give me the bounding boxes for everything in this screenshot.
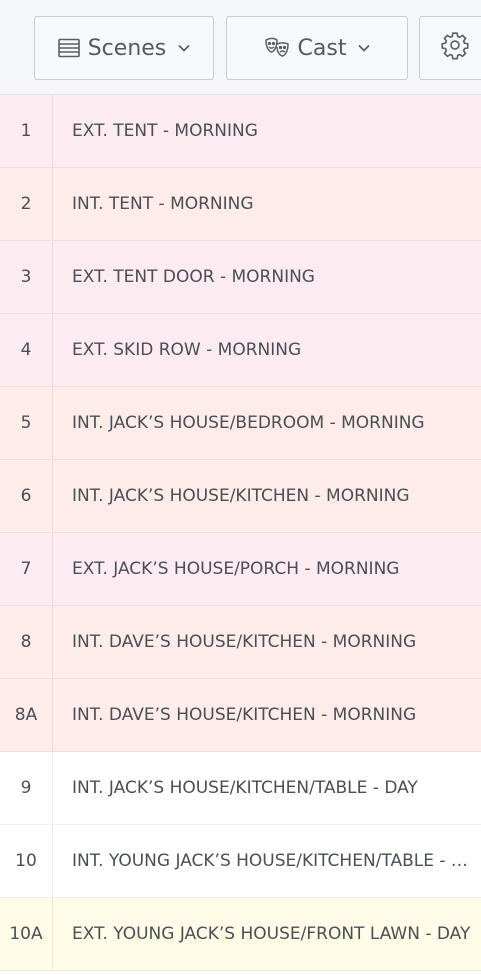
scene-number: 6 xyxy=(0,460,53,532)
scene-heading: INT. JACK’S HOUSE/KITCHEN - MORNING xyxy=(72,486,410,506)
scene-row[interactable]: 7 EXT. JACK’S HOUSE/PORCH - MORNING xyxy=(0,533,481,606)
scene-heading: EXT. TENT DOOR - MORNING xyxy=(72,267,315,287)
scene-heading: INT. JACK’S HOUSE/KITCHEN/TABLE - DAY xyxy=(72,778,418,798)
scene-heading: EXT. YOUNG JACK’S HOUSE/FRONT LAWN - DAY xyxy=(72,924,471,944)
scene-heading: INT. DAVE’S HOUSE/KITCHEN - MORNING xyxy=(72,705,417,725)
scene-number: 8A xyxy=(0,679,53,751)
scene-list: 1 EXT. TENT - MORNING 2 INT. TENT - MORNING… xyxy=(0,95,481,971)
scene-heading: INT. DAVE’S HOUSE/KITCHEN - MORNING xyxy=(72,632,417,652)
scene-row[interactable]: 5 INT. JACK’S HOUSE/BEDROOM - MORNING xyxy=(0,387,481,460)
masks-icon xyxy=(264,36,290,60)
scene-row[interactable]: 3 EXT. TENT DOOR - MORNING xyxy=(0,241,481,314)
scene-heading: EXT. SKID ROW - MORNING xyxy=(72,340,302,360)
scene-number: 5 xyxy=(0,387,53,459)
chevron-down-icon xyxy=(178,44,190,52)
settings-button[interactable] xyxy=(419,16,481,80)
scene-row[interactable]: 8 INT. DAVE’S HOUSE/KITCHEN - MORNING xyxy=(0,606,481,679)
scene-heading: EXT. TENT - MORNING xyxy=(72,121,258,141)
scenes-dropdown-button[interactable]: Scenes xyxy=(34,16,214,80)
scene-heading: INT. TENT - MORNING xyxy=(72,194,254,214)
scene-row[interactable]: 8A INT. DAVE’S HOUSE/KITCHEN - MORNING xyxy=(0,679,481,752)
scene-number: 2 xyxy=(0,168,53,240)
scene-number: 3 xyxy=(0,241,53,313)
scene-row[interactable]: 9 INT. JACK’S HOUSE/KITCHEN/TABLE - DAY xyxy=(0,752,481,825)
scene-row[interactable]: 10A EXT. YOUNG JACK’S HOUSE/FRONT LAWN - … xyxy=(0,898,481,971)
scene-row[interactable]: 1 EXT. TENT - MORNING xyxy=(0,95,481,168)
gear-icon xyxy=(440,30,470,66)
chevron-down-icon xyxy=(358,44,371,52)
cast-dropdown-button[interactable]: Cast xyxy=(226,16,408,80)
scene-row[interactable]: 10 INT. YOUNG JACK’S HOUSE/KITCHEN/TABLE … xyxy=(0,825,481,898)
scene-heading: INT. YOUNG JACK’S HOUSE/KITCHEN/TABLE - … xyxy=(72,851,481,871)
scene-row[interactable]: 2 INT. TENT - MORNING xyxy=(0,168,481,241)
scene-row[interactable]: 4 EXT. SKID ROW - MORNING xyxy=(0,314,481,387)
scene-number: 8 xyxy=(0,606,53,678)
scenes-label: Scenes xyxy=(87,35,167,61)
scene-number: 1 xyxy=(0,95,53,167)
scene-number: 4 xyxy=(0,314,53,386)
scene-heading: EXT. JACK’S HOUSE/PORCH - MORNING xyxy=(72,559,400,579)
cast-label: Cast xyxy=(297,35,347,61)
scene-row[interactable]: 6 INT. JACK’S HOUSE/KITCHEN - MORNING xyxy=(0,460,481,533)
scene-number: 7 xyxy=(0,533,53,605)
scene-number: 10A xyxy=(0,898,53,970)
toolbar: Scenes Cast xyxy=(0,0,481,95)
scene-heading: INT. JACK’S HOUSE/BEDROOM - MORNING xyxy=(72,413,425,433)
scene-number: 10 xyxy=(0,825,53,897)
scene-number: 9 xyxy=(0,752,53,824)
list-icon xyxy=(57,38,80,58)
